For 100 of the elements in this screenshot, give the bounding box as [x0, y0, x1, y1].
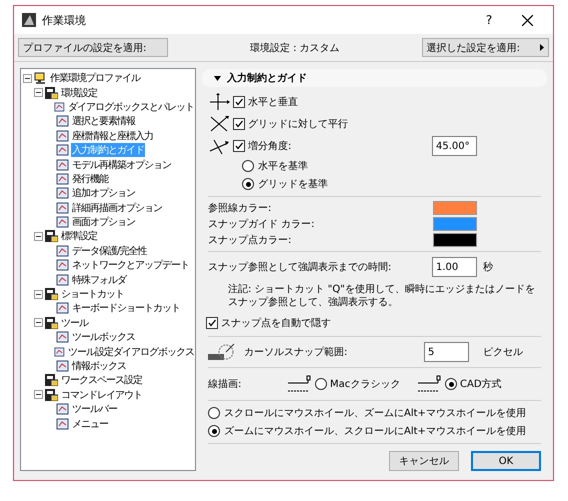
tree-item[interactable]: 詳細再描画オプション — [71, 200, 163, 215]
tree-item[interactable]: データ保護/完全性 — [71, 244, 148, 258]
diagonal-cross-icon — [208, 115, 230, 133]
apply-profile-button[interactable]: プロファイルの設定を適用: — [18, 38, 168, 57]
tree-item[interactable]: コマンドレイアウト — [60, 388, 143, 402]
settings-page-icon — [56, 360, 69, 372]
snap-range-icon — [208, 342, 236, 362]
line-drawing-icon — [416, 374, 442, 394]
radio-button[interactable] — [445, 378, 457, 390]
cursor-snap-label: カーソルスナップ範囲: — [244, 346, 348, 359]
apply-selected-button[interactable]: 選択した設定を適用: — [422, 38, 549, 57]
checkbox-label: 増分角度: — [248, 140, 292, 153]
tree-item[interactable]: ダイアログボックスとパレット — [67, 100, 195, 114]
settings-page-icon — [56, 244, 69, 257]
checkbox-label: スナップ点を自動で隠す — [221, 316, 331, 330]
settings-page-icon — [56, 403, 69, 416]
tree-item[interactable]: 追加オプション — [71, 186, 136, 200]
line-drawing-icon — [286, 374, 312, 394]
collapse-toggle[interactable] — [34, 318, 43, 328]
tree-item[interactable]: 情報ボックス — [71, 359, 127, 373]
checkbox[interactable] — [233, 118, 245, 130]
tree-item[interactable]: ワークスペース設定 — [60, 373, 143, 388]
checkbox[interactable] — [206, 317, 218, 329]
tree-item[interactable]: 発行機能 — [71, 172, 109, 186]
angle-icon — [208, 137, 230, 155]
color-label: スナップ点カラー: — [208, 234, 292, 247]
note-text: 注記: ショートカット "Q"を使用して、瞬時にエッジまたはノードをスナップ参照として、強調表示する。 — [227, 282, 536, 310]
tree-item[interactable]: 画面オプション — [71, 215, 136, 230]
window-title: 作業環境 — [42, 12, 87, 28]
tree-item[interactable]: ツールボックス — [71, 330, 136, 344]
tree-item[interactable]: ツール — [60, 316, 89, 330]
settings-page-icon — [56, 172, 69, 185]
settings-page-icon — [56, 130, 69, 142]
cross-arrows-icon — [208, 93, 230, 111]
color-label: 参照線カラー: — [208, 202, 272, 215]
tree-item[interactable]: モデル再構築オプション — [71, 158, 172, 172]
radio-button[interactable] — [242, 178, 254, 190]
checkbox[interactable] — [233, 140, 245, 152]
unit-label: ピクセル — [483, 346, 524, 359]
document-icon — [45, 316, 58, 329]
settings-page-icon — [56, 202, 69, 214]
color-swatch[interactable] — [433, 233, 477, 247]
line-drawing-label: 線描画: — [208, 378, 242, 391]
radio-label: CAD方式 — [460, 378, 502, 391]
radio-label: Macクラシック — [330, 378, 400, 391]
section-header[interactable]: 入力制約とガイド — [202, 69, 547, 87]
tree-item[interactable]: 選択と要素情報 — [71, 114, 136, 128]
tree-item[interactable]: 環境設定 — [60, 86, 98, 100]
color-swatch[interactable] — [433, 201, 477, 215]
settings-page-icon — [54, 100, 65, 113]
collapse-toggle[interactable] — [34, 390, 43, 400]
tree-item[interactable]: ネットワークとアップデート — [71, 258, 190, 272]
color-label: スナップガイド カラー: — [208, 218, 315, 231]
angle-field[interactable]: 45.00° — [432, 136, 477, 156]
collapse-toggle[interactable] — [34, 290, 43, 299]
cancel-button[interactable]: キャンセル — [389, 451, 459, 471]
settings-page-icon — [56, 144, 69, 156]
computer-icon — [34, 72, 47, 84]
ok-button[interactable]: OK — [471, 451, 541, 471]
settings-page-icon — [56, 274, 69, 286]
tree-item[interactable]: 特殊フォルダ — [71, 272, 127, 287]
document-icon — [45, 230, 58, 242]
collapse-toggle[interactable] — [23, 74, 32, 83]
settings-page-icon — [56, 158, 69, 171]
tree-item[interactable]: ショートカット — [60, 287, 125, 302]
tree-item[interactable]: キーボードショートカット — [71, 301, 181, 316]
settings-page-icon — [56, 187, 69, 200]
settings-page-icon — [56, 216, 69, 228]
snap-range-field[interactable]: 5 — [424, 342, 469, 362]
settings-page-icon — [56, 418, 69, 430]
radio-button[interactable] — [242, 160, 254, 172]
radio-label: ズームにマウスホイール、スクロールにAlt+マウスホイールを使用 — [224, 425, 526, 438]
radio-button[interactable] — [315, 378, 327, 390]
tree-item[interactable]: 座標情報と座標入力 — [71, 128, 154, 143]
radio-button[interactable] — [208, 425, 220, 437]
caret-icon — [540, 44, 544, 51]
app-icon — [22, 13, 36, 27]
tree-item[interactable]: 作業環境プロファイル — [49, 71, 141, 86]
radio-button[interactable] — [208, 407, 220, 419]
collapse-toggle[interactable] — [34, 88, 43, 98]
tree-item[interactable]: ツール設定ダイアログボックス — [67, 344, 195, 359]
settings-page-icon — [54, 346, 65, 358]
checkbox-label: グリッドに対して平行 — [248, 118, 348, 131]
section-title: 入力制約とガイド — [227, 72, 307, 85]
time-label: スナップ参照として強調表示までの時間: — [208, 260, 392, 274]
close-icon[interactable] — [522, 14, 533, 26]
checkbox[interactable] — [233, 96, 245, 108]
time-field[interactable]: 1.00 — [432, 257, 477, 277]
settings-page-icon — [56, 259, 69, 272]
radio-label: スクロールにマウスホイール、ズームにAlt+マウスホイールを使用 — [224, 407, 526, 420]
tree-item[interactable]: ツールバー — [71, 402, 118, 416]
color-swatch[interactable] — [433, 217, 477, 231]
current-settings-label: 環境設定 : カスタム — [250, 42, 340, 54]
radio-label: グリッドを基準 — [258, 178, 328, 191]
radio-label: 水平を基準 — [258, 160, 308, 173]
collapse-toggle[interactable] — [34, 232, 43, 241]
settings-page-icon — [56, 302, 69, 314]
tree-item[interactable]: メニュー — [71, 416, 109, 431]
help-button[interactable]: ? — [474, 13, 504, 27]
tree-item[interactable]: 標準設定 — [60, 229, 98, 244]
